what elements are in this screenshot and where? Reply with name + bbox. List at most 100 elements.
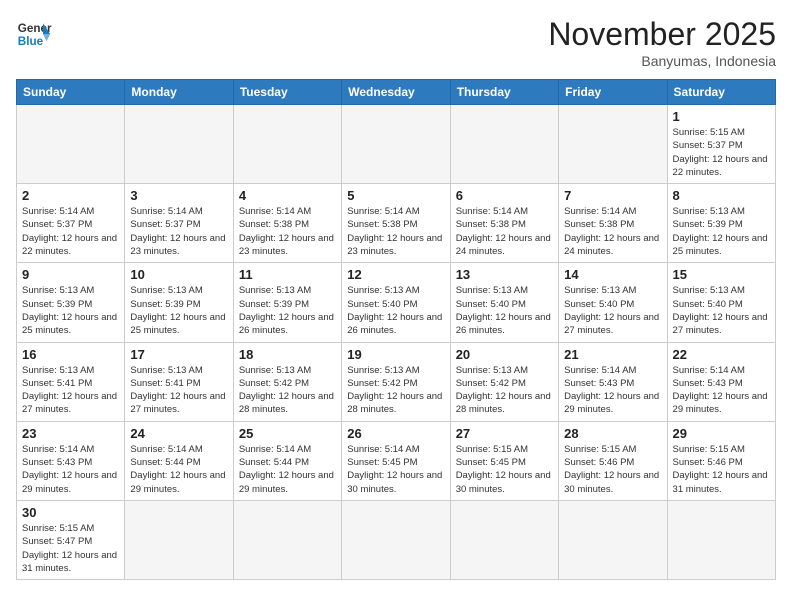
calendar-cell: 25 Sunrise: 5:14 AM Sunset: 5:44 PM Dayli…: [233, 421, 341, 500]
day-info: Sunrise: 5:13 AM Sunset: 5:42 PM Dayligh…: [239, 364, 336, 417]
calendar-cell: [125, 500, 233, 579]
day-number: 20: [456, 347, 553, 362]
day-number: 11: [239, 267, 336, 282]
day-number: 19: [347, 347, 444, 362]
calendar-cell: [667, 500, 775, 579]
calendar-cell: 8Sunrise: 5:13 AM Sunset: 5:39 PM Daylig…: [667, 184, 775, 263]
day-number: 22: [673, 347, 770, 362]
day-info: Sunrise: 5:15 AM Sunset: 5:46 PM Dayligh…: [564, 443, 661, 496]
day-info: Sunrise: 5:13 AM Sunset: 5:39 PM Dayligh…: [239, 284, 336, 337]
day-info: Sunrise: 5:15 AM Sunset: 5:45 PM Dayligh…: [456, 443, 553, 496]
calendar-cell: [233, 105, 341, 184]
day-info: Sunrise: 5:15 AM Sunset: 5:46 PM Dayligh…: [673, 443, 770, 496]
calendar-cell: 18 Sunrise: 5:13 AM Sunset: 5:42 PM Dayli…: [233, 342, 341, 421]
day-number: 12: [347, 267, 444, 282]
day-info: Sunrise: 5:13 AM Sunset: 5:40 PM Dayligh…: [564, 284, 661, 337]
calendar-cell: 7Sunrise: 5:14 AM Sunset: 5:38 PM Daylig…: [559, 184, 667, 263]
day-number: 10: [130, 267, 227, 282]
day-number: 5: [347, 188, 444, 203]
month-title: November 2025: [548, 16, 776, 53]
day-number: 25: [239, 426, 336, 441]
weekday-header-sunday: Sunday: [17, 80, 125, 105]
day-info: Sunrise: 5:14 AM Sunset: 5:45 PM Dayligh…: [347, 443, 444, 496]
weekday-header-thursday: Thursday: [450, 80, 558, 105]
calendar-cell: [342, 500, 450, 579]
calendar-cell: 9Sunrise: 5:13 AM Sunset: 5:39 PM Daylig…: [17, 263, 125, 342]
day-info: Sunrise: 5:14 AM Sunset: 5:44 PM Dayligh…: [239, 443, 336, 496]
day-number: 18: [239, 347, 336, 362]
calendar-cell: 28 Sunrise: 5:15 AM Sunset: 5:46 PM Dayli…: [559, 421, 667, 500]
day-number: 13: [456, 267, 553, 282]
day-info: Sunrise: 5:14 AM Sunset: 5:38 PM Dayligh…: [239, 205, 336, 258]
calendar-cell: [125, 105, 233, 184]
day-info: Sunrise: 5:15 AM Sunset: 5:37 PM Dayligh…: [673, 126, 770, 179]
day-number: 28: [564, 426, 661, 441]
day-info: Sunrise: 5:14 AM Sunset: 5:43 PM Dayligh…: [22, 443, 119, 496]
page-header: General Blue November 2025 Banyumas, Ind…: [16, 16, 776, 69]
calendar-cell: 1 Sunrise: 5:15 AM Sunset: 5:37 PM Daylig…: [667, 105, 775, 184]
calendar-cell: [17, 105, 125, 184]
calendar-cell: 21 Sunrise: 5:14 AM Sunset: 5:43 PM Dayli…: [559, 342, 667, 421]
day-number: 16: [22, 347, 119, 362]
weekday-header-saturday: Saturday: [667, 80, 775, 105]
day-number: 26: [347, 426, 444, 441]
day-info: Sunrise: 5:13 AM Sunset: 5:40 PM Dayligh…: [347, 284, 444, 337]
calendar-cell: 19 Sunrise: 5:13 AM Sunset: 5:42 PM Dayli…: [342, 342, 450, 421]
day-number: 6: [456, 188, 553, 203]
day-info: Sunrise: 5:14 AM Sunset: 5:43 PM Dayligh…: [564, 364, 661, 417]
weekday-header-wednesday: Wednesday: [342, 80, 450, 105]
calendar-cell: 12 Sunrise: 5:13 AM Sunset: 5:40 PM Dayli…: [342, 263, 450, 342]
calendar-table: SundayMondayTuesdayWednesdayThursdayFrid…: [16, 79, 776, 580]
logo-icon: General Blue: [16, 16, 52, 52]
calendar-cell: [450, 500, 558, 579]
calendar-cell: 23Sunrise: 5:14 AM Sunset: 5:43 PM Dayli…: [17, 421, 125, 500]
day-number: 21: [564, 347, 661, 362]
svg-text:Blue: Blue: [18, 35, 44, 48]
weekday-header-tuesday: Tuesday: [233, 80, 341, 105]
day-info: Sunrise: 5:14 AM Sunset: 5:37 PM Dayligh…: [22, 205, 119, 258]
day-number: 27: [456, 426, 553, 441]
day-info: Sunrise: 5:13 AM Sunset: 5:39 PM Dayligh…: [22, 284, 119, 337]
calendar-cell: 26 Sunrise: 5:14 AM Sunset: 5:45 PM Dayli…: [342, 421, 450, 500]
calendar-cell: 10 Sunrise: 5:13 AM Sunset: 5:39 PM Dayli…: [125, 263, 233, 342]
day-info: Sunrise: 5:13 AM Sunset: 5:41 PM Dayligh…: [130, 364, 227, 417]
calendar-cell: 6 Sunrise: 5:14 AM Sunset: 5:38 PM Daylig…: [450, 184, 558, 263]
calendar-cell: 3 Sunrise: 5:14 AM Sunset: 5:37 PM Daylig…: [125, 184, 233, 263]
day-number: 15: [673, 267, 770, 282]
calendar-cell: 14 Sunrise: 5:13 AM Sunset: 5:40 PM Dayli…: [559, 263, 667, 342]
title-block: November 2025 Banyumas, Indonesia: [548, 16, 776, 69]
calendar-cell: [559, 500, 667, 579]
calendar-cell: 29 Sunrise: 5:15 AM Sunset: 5:46 PM Dayli…: [667, 421, 775, 500]
day-info: Sunrise: 5:14 AM Sunset: 5:38 PM Dayligh…: [456, 205, 553, 258]
calendar-cell: 2 Sunrise: 5:14 AM Sunset: 5:37 PM Daylig…: [17, 184, 125, 263]
day-number: 3: [130, 188, 227, 203]
day-number: 29: [673, 426, 770, 441]
day-number: 1: [673, 109, 770, 124]
day-number: 17: [130, 347, 227, 362]
day-info: Sunrise: 5:13 AM Sunset: 5:42 PM Dayligh…: [347, 364, 444, 417]
day-info: Sunrise: 5:13 AM Sunset: 5:39 PM Dayligh…: [673, 205, 770, 258]
calendar-cell: 4Sunrise: 5:14 AM Sunset: 5:38 PM Daylig…: [233, 184, 341, 263]
day-number: 14: [564, 267, 661, 282]
calendar-cell: [233, 500, 341, 579]
day-number: 30: [22, 505, 119, 520]
day-info: Sunrise: 5:14 AM Sunset: 5:43 PM Dayligh…: [673, 364, 770, 417]
logo: General Blue: [16, 16, 52, 52]
calendar-cell: [342, 105, 450, 184]
weekday-header-monday: Monday: [125, 80, 233, 105]
calendar-cell: 5Sunrise: 5:14 AM Sunset: 5:38 PM Daylig…: [342, 184, 450, 263]
day-info: Sunrise: 5:13 AM Sunset: 5:39 PM Dayligh…: [130, 284, 227, 337]
weekday-header-friday: Friday: [559, 80, 667, 105]
day-number: 7: [564, 188, 661, 203]
calendar-cell: 13Sunrise: 5:13 AM Sunset: 5:40 PM Dayli…: [450, 263, 558, 342]
calendar-cell: 20 Sunrise: 5:13 AM Sunset: 5:42 PM Dayli…: [450, 342, 558, 421]
calendar-cell: 24Sunrise: 5:14 AM Sunset: 5:44 PM Dayli…: [125, 421, 233, 500]
day-info: Sunrise: 5:14 AM Sunset: 5:37 PM Dayligh…: [130, 205, 227, 258]
day-info: Sunrise: 5:13 AM Sunset: 5:42 PM Dayligh…: [456, 364, 553, 417]
day-info: Sunrise: 5:14 AM Sunset: 5:44 PM Dayligh…: [130, 443, 227, 496]
calendar-cell: 15 Sunrise: 5:13 AM Sunset: 5:40 PM Dayli…: [667, 263, 775, 342]
day-number: 2: [22, 188, 119, 203]
calendar-cell: [450, 105, 558, 184]
calendar-cell: 30Sunrise: 5:15 AM Sunset: 5:47 PM Dayli…: [17, 500, 125, 579]
day-info: Sunrise: 5:13 AM Sunset: 5:40 PM Dayligh…: [673, 284, 770, 337]
